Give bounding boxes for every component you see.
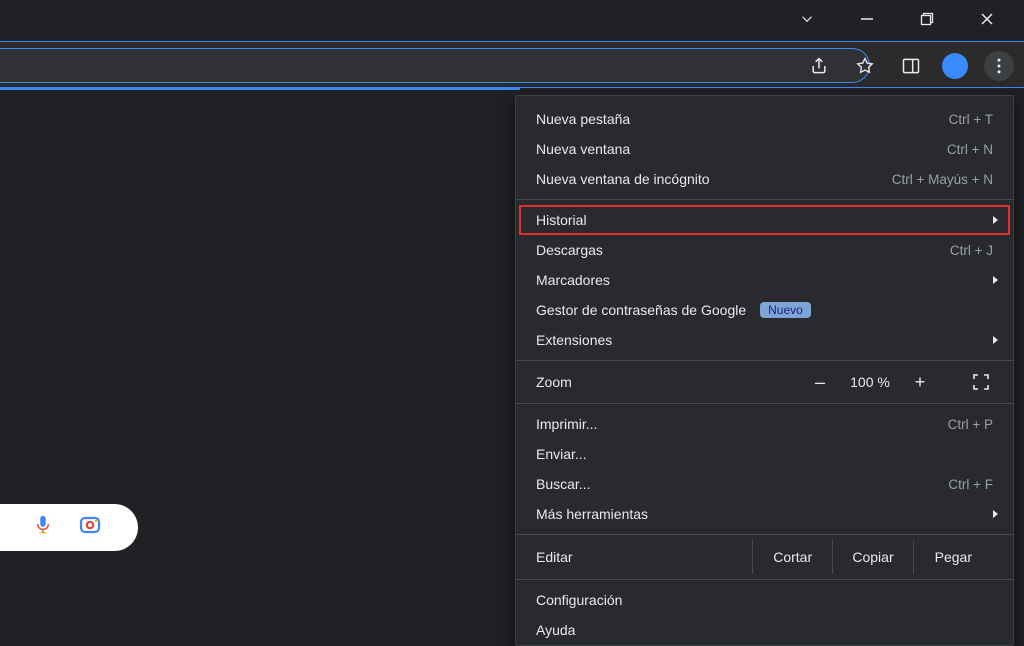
submenu-arrow-icon bbox=[991, 335, 1001, 345]
menu-new-window[interactable]: Nueva ventana Ctrl + N bbox=[516, 134, 1013, 164]
edit-copy-button[interactable]: Copiar bbox=[832, 540, 912, 574]
menu-zoom: Zoom – 100 % + bbox=[516, 366, 1013, 398]
profile-avatar[interactable] bbox=[942, 53, 968, 79]
zoom-value: 100 % bbox=[847, 374, 893, 390]
menu-incognito[interactable]: Nueva ventana de incógnito Ctrl + Mayús … bbox=[516, 164, 1013, 194]
submenu-arrow-icon bbox=[991, 509, 1001, 519]
zoom-in-button[interactable]: + bbox=[911, 373, 929, 391]
address-bar[interactable] bbox=[0, 48, 870, 83]
menu-history[interactable]: Historial bbox=[516, 205, 1013, 235]
menu-edit-row: Editar Cortar Copiar Pegar bbox=[516, 540, 1013, 574]
menu-separator bbox=[516, 534, 1013, 535]
menu-separator bbox=[516, 199, 1013, 200]
edit-paste-button[interactable]: Pegar bbox=[913, 540, 993, 574]
bookmark-star-button[interactable] bbox=[850, 51, 880, 81]
menu-bookmarks[interactable]: Marcadores bbox=[516, 265, 1013, 295]
fullscreen-button[interactable] bbox=[969, 370, 993, 394]
menu-downloads[interactable]: Descargas Ctrl + J bbox=[516, 235, 1013, 265]
tab-search-button[interactable] bbox=[794, 6, 820, 32]
menu-print[interactable]: Imprimir... Ctrl + P bbox=[516, 409, 1013, 439]
share-button[interactable] bbox=[804, 51, 834, 81]
lens-search-icon[interactable] bbox=[78, 513, 102, 542]
menu-help[interactable]: Ayuda bbox=[516, 615, 1013, 645]
menu-new-tab[interactable]: Nueva pestaña Ctrl + T bbox=[516, 104, 1013, 134]
menu-separator bbox=[516, 579, 1013, 580]
menu-more-tools[interactable]: Más herramientas bbox=[516, 499, 1013, 529]
menu-separator bbox=[516, 360, 1013, 361]
menu-send[interactable]: Enviar... bbox=[516, 439, 1013, 469]
maximize-button[interactable] bbox=[914, 6, 940, 32]
new-badge: Nuevo bbox=[760, 302, 811, 318]
menu-passwords[interactable]: Gestor de contraseñas de Google Nuevo bbox=[516, 295, 1013, 325]
submenu-arrow-icon bbox=[991, 275, 1001, 285]
side-panel-button[interactable] bbox=[896, 51, 926, 81]
submenu-arrow-icon bbox=[991, 215, 1001, 225]
menu-extensions[interactable]: Extensiones bbox=[516, 325, 1013, 355]
menu-separator bbox=[516, 403, 1013, 404]
more-menu-button[interactable] bbox=[984, 51, 1014, 81]
google-search-box[interactable] bbox=[0, 504, 138, 551]
minimize-button[interactable] bbox=[854, 6, 880, 32]
close-button[interactable] bbox=[974, 6, 1000, 32]
menu-settings[interactable]: Configuración bbox=[516, 585, 1013, 615]
zoom-out-button[interactable]: – bbox=[811, 373, 829, 391]
edit-cut-button[interactable]: Cortar bbox=[752, 540, 832, 574]
chrome-menu: Nueva pestaña Ctrl + T Nueva ventana Ctr… bbox=[515, 95, 1014, 646]
voice-search-icon[interactable] bbox=[32, 514, 54, 541]
menu-find[interactable]: Buscar... Ctrl + F bbox=[516, 469, 1013, 499]
